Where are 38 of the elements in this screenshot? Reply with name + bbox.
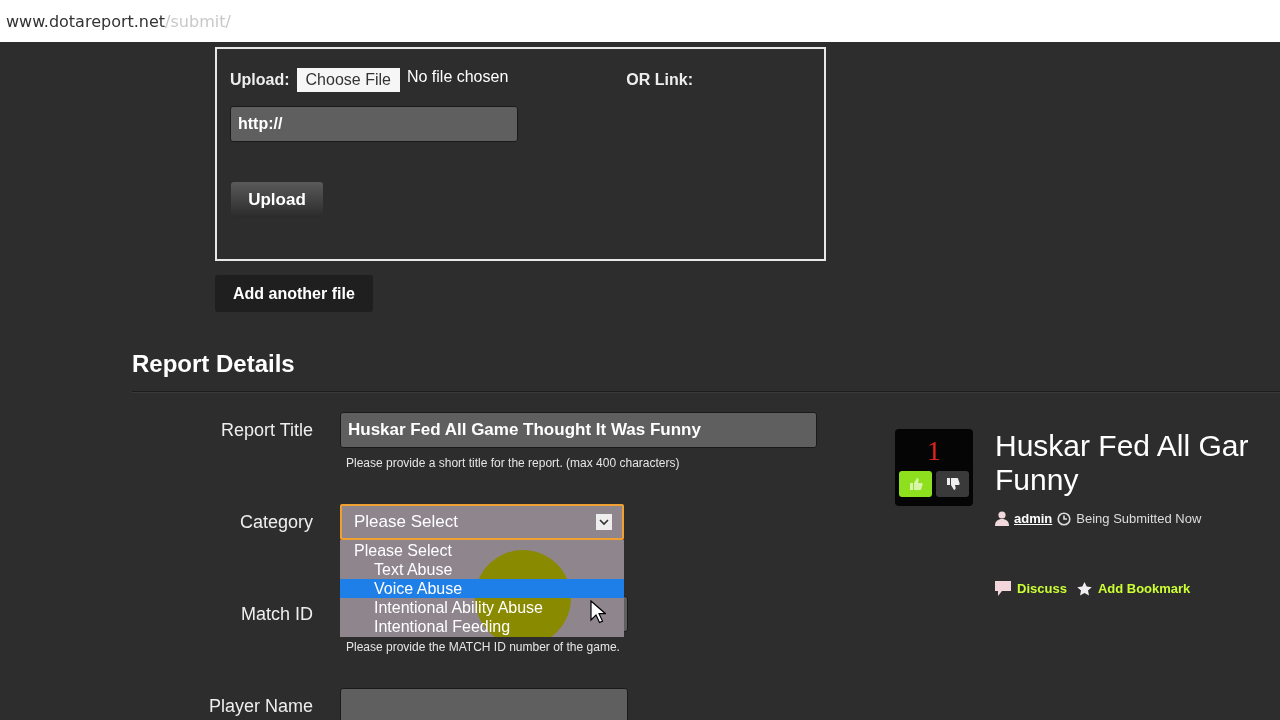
thumbs-down-icon xyxy=(945,477,960,491)
add-file-button[interactable]: Add another file xyxy=(215,275,373,312)
clock-icon xyxy=(1057,511,1072,526)
cursor-icon xyxy=(590,600,606,624)
address-bar[interactable]: www.dotareport.net/submit/ xyxy=(0,0,1280,42)
option-group-label[interactable]: Please Select xyxy=(340,541,624,560)
dropdown-option[interactable]: Text Abuse xyxy=(340,560,624,579)
upload-label: Upload: xyxy=(230,71,290,89)
field-label: Match ID xyxy=(239,603,313,626)
category-select[interactable]: Please Select xyxy=(340,504,624,540)
vote-count: 1 xyxy=(927,435,941,468)
star-icon xyxy=(1076,581,1092,596)
field-label: Category xyxy=(238,511,313,534)
link-field[interactable]: http:// xyxy=(230,106,518,142)
dropdown-option[interactable]: Voice Abuse xyxy=(340,579,624,598)
report-title: Huskar Fed All Gar xyxy=(995,429,1249,463)
chat-icon xyxy=(995,581,1011,596)
author-link[interactable]: admin xyxy=(1014,511,1053,526)
link-label: OR Link: xyxy=(626,71,693,89)
submission-status: Being Submitted Now xyxy=(1076,511,1202,526)
field-hint: Please provide the MATCH ID number of the game. xyxy=(346,640,621,654)
text-field[interactable] xyxy=(340,688,628,720)
field-hint: Please provide a short title for the report. (max 400 characters) xyxy=(346,456,681,470)
section-heading: Report Details xyxy=(132,350,296,378)
thumbs-up-icon xyxy=(908,477,923,491)
choose-file-button[interactable]: Choose File xyxy=(296,68,400,92)
url-path: /submit/ xyxy=(165,11,231,31)
text-field[interactable]: Huskar Fed All Game Thought It Was Funny xyxy=(340,412,817,448)
url-host: www.dotareport.net xyxy=(6,11,166,31)
report-title: Funny xyxy=(995,463,1080,497)
downvote-button[interactable] xyxy=(936,471,969,497)
field-label: Player Name xyxy=(207,695,313,718)
field-label: Report Title xyxy=(219,419,313,442)
discuss-link[interactable]: Discuss xyxy=(1017,581,1067,596)
caret-icon xyxy=(596,514,612,530)
file-status: No file chosen xyxy=(406,68,509,86)
user-icon xyxy=(995,511,1009,526)
bookmark-link[interactable]: Add Bookmark xyxy=(1097,581,1191,596)
